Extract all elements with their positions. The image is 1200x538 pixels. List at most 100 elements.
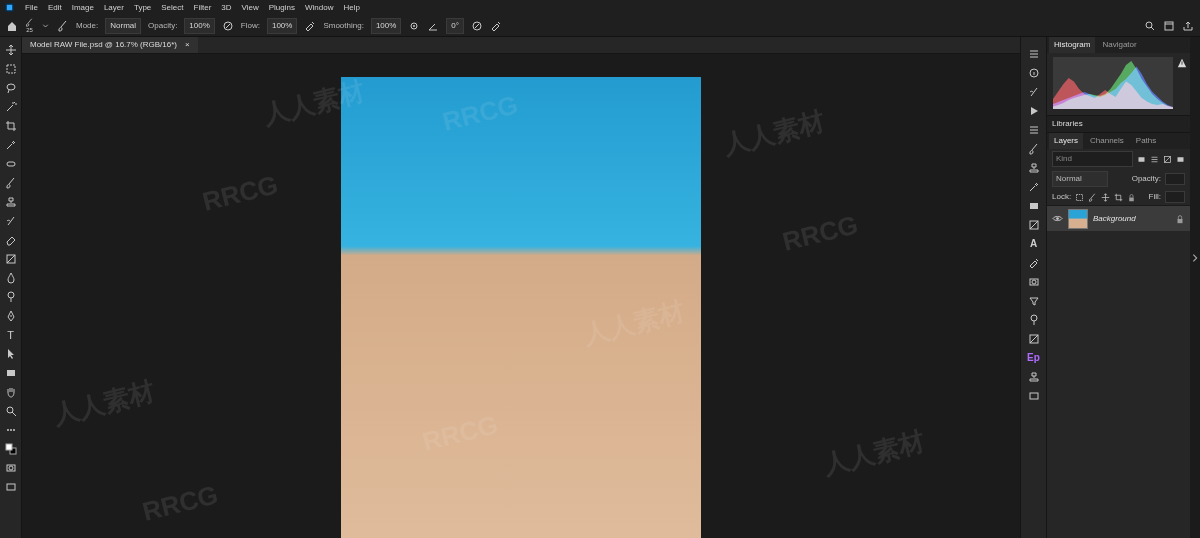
stamp-panel-icon[interactable] [1028, 162, 1040, 174]
filter-gradient-icon[interactable] [1163, 155, 1172, 164]
shape-tool-icon[interactable] [5, 367, 17, 379]
panel-button[interactable] [1027, 313, 1041, 327]
libraries-header[interactable]: Libraries [1047, 115, 1190, 132]
panel-button[interactable] [1027, 85, 1041, 99]
panel-tab[interactable]: Channels [1085, 133, 1129, 149]
menu-item[interactable]: Layer [104, 0, 124, 15]
menu-item[interactable]: Filter [194, 0, 212, 15]
colors-tool-icon[interactable] [5, 443, 17, 455]
character-panel[interactable]: A [1030, 239, 1037, 249]
pressure-opacity-icon[interactable] [222, 20, 234, 32]
layer-fill-field[interactable] [1165, 191, 1185, 203]
photoshop-logo-icon[interactable] [4, 2, 15, 13]
tool-button[interactable] [4, 176, 18, 190]
tool-button[interactable] [4, 385, 18, 399]
tool-button[interactable] [4, 62, 18, 76]
menu-item[interactable]: Type [134, 0, 151, 15]
tool-button[interactable] [4, 480, 18, 494]
layer-thumbnail[interactable] [1068, 209, 1088, 229]
history-panel-icon[interactable] [1028, 86, 1040, 98]
menu-item[interactable]: File [25, 0, 38, 15]
panel-button[interactable] [1027, 370, 1041, 384]
document-title[interactable]: Model RAW File.psd @ 16.7% (RGB/16*) [30, 39, 177, 51]
zoom-tool-icon[interactable] [5, 405, 17, 417]
mask-tool-icon[interactable] [5, 462, 17, 474]
filter-panel-icon[interactable] [1028, 295, 1040, 307]
tool-button[interactable] [4, 100, 18, 114]
brush-size[interactable]: 25 [26, 27, 33, 34]
brush-preset[interactable]: 25 [25, 18, 34, 34]
shape-panel-icon[interactable] [1028, 200, 1040, 212]
panel-button[interactable] [1027, 218, 1041, 232]
info-panel-icon[interactable] [1028, 67, 1040, 79]
canvas[interactable]: RRCG人人素材RRCG人人素材RRCG人人素材RRCG人人素材RRCG人人素材 [22, 54, 1020, 538]
panel-tab[interactable]: Paths [1131, 133, 1161, 149]
lock-rect-icon[interactable] [1075, 193, 1084, 202]
menu-item[interactable]: Image [72, 0, 94, 15]
panel-button[interactable]: Ep [1027, 351, 1041, 365]
move-tool-icon[interactable] [5, 44, 17, 56]
panel-button[interactable] [1027, 256, 1041, 270]
stamp-panel-icon[interactable] [1028, 371, 1040, 383]
tool-button[interactable] [4, 119, 18, 133]
symmetry-icon[interactable] [490, 20, 502, 32]
tool-button[interactable] [4, 138, 18, 152]
angle-field[interactable]: 0° [446, 18, 464, 34]
histogram-warning[interactable] [1177, 57, 1187, 111]
menu-item[interactable]: 3D [221, 0, 231, 15]
warning-icon[interactable] [1177, 58, 1187, 68]
tool-button[interactable]: T [4, 328, 18, 342]
panel-tab[interactable]: Layers [1049, 133, 1083, 149]
lock-brush-icon[interactable] [1088, 193, 1097, 202]
tool-button[interactable] [4, 442, 18, 456]
arrow-tool-icon[interactable] [5, 348, 17, 360]
eye-icon[interactable] [1052, 213, 1063, 224]
brush-settings-icon[interactable] [57, 20, 69, 32]
brush-icon[interactable] [25, 18, 34, 27]
document-photo[interactable] [341, 77, 701, 538]
screen-tool-icon[interactable] [5, 481, 17, 493]
share-icon[interactable] [1182, 20, 1194, 32]
lock-crop-icon[interactable] [1114, 193, 1123, 202]
panel-button[interactable] [1027, 389, 1041, 403]
rect-tool-icon[interactable] [5, 63, 17, 75]
tool-button[interactable] [4, 461, 18, 475]
panel-button[interactable] [1027, 275, 1041, 289]
extension-panel[interactable]: Ep [1027, 353, 1040, 363]
tool-button[interactable] [4, 271, 18, 285]
close-tab-button[interactable]: × [185, 39, 190, 51]
panel-button[interactable] [1027, 199, 1041, 213]
pen-tool-icon[interactable] [5, 310, 17, 322]
tool-button[interactable] [4, 290, 18, 304]
gradient-tool-icon[interactable] [5, 253, 17, 265]
wand-tool-icon[interactable] [5, 101, 17, 113]
adjust-panel-icon[interactable] [1028, 124, 1040, 136]
type-tool[interactable]: T [7, 330, 14, 341]
panel-button[interactable] [1027, 332, 1041, 346]
layer-filter-field[interactable] [1052, 151, 1133, 167]
panel-button[interactable] [1027, 47, 1041, 61]
panel-button[interactable] [1027, 161, 1041, 175]
tool-button[interactable] [4, 252, 18, 266]
tool-button[interactable] [4, 43, 18, 57]
layer-opacity-field[interactable] [1165, 173, 1185, 185]
hand-tool-icon[interactable] [5, 386, 17, 398]
tool-button[interactable] [4, 423, 18, 437]
tool-button[interactable] [4, 81, 18, 95]
flow-field[interactable]: 100% [267, 18, 297, 34]
gradient-panel-icon[interactable] [1028, 219, 1040, 231]
airbrush-panel-icon[interactable] [1028, 257, 1040, 269]
eraser-tool-icon[interactable] [5, 234, 17, 246]
tool-button[interactable] [4, 366, 18, 380]
menu-item[interactable]: Help [343, 0, 359, 15]
more-tool-icon[interactable] [5, 424, 17, 436]
airbrush-icon[interactable] [304, 20, 316, 32]
opacity-field[interactable]: 100% [184, 18, 214, 34]
screen-panel-icon[interactable] [1028, 390, 1040, 402]
tool-button[interactable] [4, 157, 18, 171]
filter-shape-icon[interactable] [1176, 155, 1185, 164]
panel-tab[interactable]: Histogram [1049, 37, 1095, 53]
adjust-panel-icon[interactable] [1028, 48, 1040, 60]
blend-mode-select[interactable]: Normal [1052, 171, 1108, 187]
panel-button[interactable] [1027, 142, 1041, 156]
